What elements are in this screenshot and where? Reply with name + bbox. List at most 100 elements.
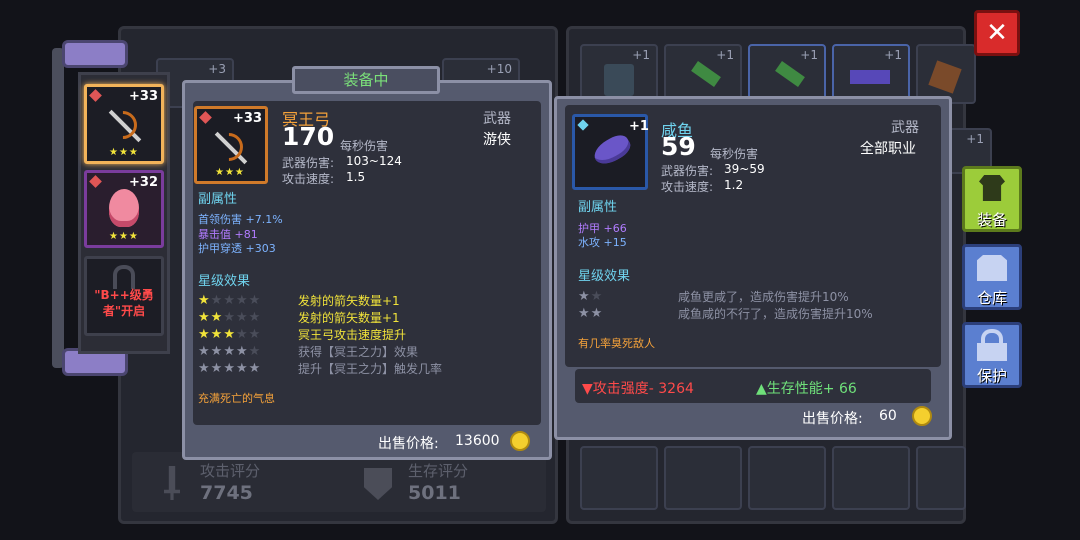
equipped-star-title: 星级效果 xyxy=(198,274,251,289)
equipped-speed: 1.5 xyxy=(346,170,366,184)
star-filled-icon: ★ xyxy=(210,326,223,342)
star-effect-row: ★★ 咸鱼更咸了，造成伤害提升10% xyxy=(578,288,928,305)
star-filled-icon: ★ xyxy=(223,326,235,342)
storage-icon xyxy=(977,255,1007,281)
equipped-dps: 170 xyxy=(282,122,335,151)
bg-slot[interactable]: +1 xyxy=(664,44,742,104)
list-item[interactable]: +33 ★★★ xyxy=(84,84,164,164)
item-stars: ★★★ xyxy=(109,147,139,158)
compare-star-title: 星级效果 xyxy=(578,269,631,284)
bg-slot[interactable] xyxy=(916,44,976,104)
star-effect-row: ★★★★★ 提升【冥王之力】触发几率 xyxy=(198,360,518,377)
star-effect-text: 咸鱼咸的不行了，造成伤害提升10% xyxy=(678,307,873,321)
slot-level: +3 xyxy=(208,62,226,76)
trash-can-icon xyxy=(604,64,634,96)
compare-item-icon-box: +1 xyxy=(572,114,649,190)
lock-icon xyxy=(113,265,135,289)
bg-slot[interactable] xyxy=(580,446,658,510)
salted-fish-icon xyxy=(590,130,634,170)
slot-level: +1 xyxy=(800,48,818,62)
armor-icon xyxy=(979,175,1005,201)
item-level-badge: +32 xyxy=(129,175,158,190)
locked-list-item: "B++级勇者"开启 xyxy=(84,256,164,336)
compare-sub-attr: 水攻 +15 xyxy=(578,236,627,249)
star-filled-icon: ★ xyxy=(235,343,248,359)
compare-speed: 1.2 xyxy=(724,178,744,192)
storage-button[interactable]: 仓库 xyxy=(962,244,1022,310)
dark-bow-icon xyxy=(209,127,251,167)
compare-dps: 59 xyxy=(661,132,696,161)
star-empty-icon: ★ xyxy=(235,326,248,342)
star-empty-icon: ★ xyxy=(248,326,261,342)
equipped-star-effects: ★★★★★ 发射的箭矢数量+1 ★★★★★ 发射的箭矢数量+1 ★★★★★ 冥王弓攻击速度… xyxy=(198,292,518,377)
compare-class: 全部职业 xyxy=(860,141,916,157)
list-item[interactable]: +32 ★★★ xyxy=(84,170,164,248)
item-level-badge: +33 xyxy=(129,89,158,104)
bg-slot[interactable] xyxy=(916,446,966,510)
equipped-header-tab: 装备中 xyxy=(292,66,440,94)
attack-score-label: 攻击评分 xyxy=(200,462,261,480)
item-stars: ★★★ xyxy=(215,167,245,178)
star-effect-text: 发射的箭矢数量+1 xyxy=(298,294,400,308)
star-filled-icon: ★ xyxy=(198,292,210,308)
star-filled-icon: ★ xyxy=(578,288,590,304)
star-effect-row: ★★★★★ 冥王弓攻击速度提升 xyxy=(198,326,518,343)
bg-slot[interactable] xyxy=(832,446,910,510)
bg-slot[interactable]: +1 xyxy=(748,44,826,104)
green-weapon-icon xyxy=(775,61,805,87)
equipped-sub-attr: 护甲穿透 +303 xyxy=(198,242,276,255)
star-filled-icon: ★ xyxy=(198,343,210,359)
protect-button[interactable]: 保护 xyxy=(962,322,1022,388)
slot-level: +1 xyxy=(716,48,734,62)
star-effect-text: 发射的箭矢数量+1 xyxy=(298,311,400,325)
star-filled-icon: ★ xyxy=(198,360,210,376)
equipped-item-icon-box: +33 ★★★ xyxy=(194,106,268,184)
compare-damage: 39~59 xyxy=(724,162,765,176)
star-empty-icon: ★ xyxy=(248,309,261,325)
star-rating-icons: ★★★★★ xyxy=(198,344,283,358)
equip-button[interactable]: 装备 xyxy=(962,166,1022,232)
bg-slot[interactable]: +1 xyxy=(832,44,910,104)
equipped-speed-label: 攻击速度: xyxy=(282,172,335,186)
close-button[interactable]: ✕ xyxy=(974,10,1020,56)
star-empty-icon: ★ xyxy=(210,292,223,308)
scroll-cap-top[interactable] xyxy=(62,40,128,68)
star-effect-text: 提升【冥王之力】触发几率 xyxy=(298,362,443,376)
compare-dps-label: 每秒伤害 xyxy=(710,147,759,161)
star-filled-icon: ★ xyxy=(235,360,248,376)
item-stars: ★★★ xyxy=(109,231,139,242)
slot-level: +10 xyxy=(486,62,512,76)
list-scroll-track xyxy=(52,48,64,368)
star-empty-icon: ★ xyxy=(223,309,235,325)
flame-weapon-icon xyxy=(109,189,139,227)
star-filled-icon: ★ xyxy=(210,360,223,376)
equipped-class: 游侠 xyxy=(483,132,511,148)
equipped-header-label: 装备中 xyxy=(343,71,389,89)
star-rating-icons: ★★★★★ xyxy=(198,327,283,341)
equipped-sub-title: 副属性 xyxy=(198,192,238,207)
star-effect-text: 获得【冥王之力】效果 xyxy=(298,345,419,359)
star-filled-icon: ★ xyxy=(210,343,223,359)
star-effect-row: ★★★★★ 发射的箭矢数量+1 xyxy=(198,292,518,309)
rarity-diamond-icon xyxy=(199,111,212,124)
bg-slot[interactable]: +1 xyxy=(580,44,658,104)
star-empty-icon: ★ xyxy=(223,292,235,308)
protect-button-label: 保护 xyxy=(976,367,1007,385)
slot-level: +1 xyxy=(632,48,650,62)
bg-slot[interactable] xyxy=(748,446,826,510)
star-filled-icon: ★ xyxy=(248,360,261,376)
bg-slot[interactable] xyxy=(664,446,742,510)
star-effect-row: ★★★★★ 发射的箭矢数量+1 xyxy=(198,309,518,326)
item-level-badge: +33 xyxy=(233,111,262,126)
star-effect-row: ★★★★★ 获得【冥王之力】效果 xyxy=(198,343,518,360)
star-filled-icon: ★ xyxy=(198,326,210,342)
compare-diff-attack: ▼攻击强度- 3264 xyxy=(582,381,694,397)
equipped-sell-label: 出售价格: xyxy=(378,436,439,452)
item-level-badge: +1 xyxy=(629,119,649,134)
star-rating-icons: ★★★★★ xyxy=(198,293,283,307)
star-filled-icon: ★ xyxy=(223,360,235,376)
star-rating-icons: ★★ xyxy=(578,289,612,303)
star-rating-icons: ★★ xyxy=(578,306,612,320)
lock-body xyxy=(977,343,1007,361)
equipped-damage-label: 武器伤害: xyxy=(282,156,335,170)
